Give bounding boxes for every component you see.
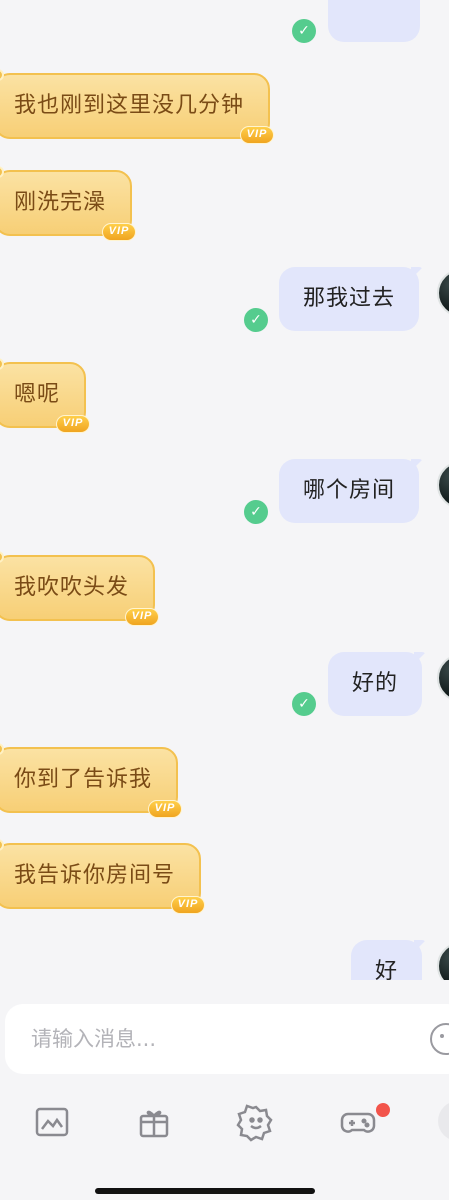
- vip-crown-icon: [0, 358, 4, 370]
- message-bubble-sent[interactable]: 哪个房间: [279, 459, 420, 523]
- vip-crown-icon: [0, 743, 4, 755]
- notification-dot: [376, 1103, 390, 1117]
- vip-badge: VIP: [240, 126, 275, 144]
- image-icon[interactable]: [32, 1102, 72, 1142]
- message-bubble-sent[interactable]: 那我过去: [279, 267, 420, 331]
- bottom-toolbar: [0, 1092, 449, 1152]
- chat-screen: ✓ 我也刚到这里没几分钟 VIP 刚洗完澡 VIP ✓ 那我过去 嗯呢 VIP …: [0, 0, 449, 1200]
- vip-badge: VIP: [56, 415, 91, 433]
- vip-crown-icon: [0, 69, 4, 81]
- message-text: 好的: [352, 671, 399, 696]
- gift-icon[interactable]: [134, 1102, 174, 1142]
- vip-badge: VIP: [148, 800, 183, 818]
- vip-crown-icon: [0, 551, 4, 563]
- sticker-icon[interactable]: [236, 1102, 276, 1142]
- vip-crown-icon: [0, 839, 4, 851]
- message-text: 那我过去: [303, 286, 396, 311]
- message-text: 我也刚到这里没几分钟: [14, 93, 245, 118]
- message-input-bar: [5, 1004, 449, 1074]
- message-text: 哪个房间: [303, 478, 396, 503]
- avatar[interactable]: [437, 269, 449, 317]
- avatar[interactable]: [437, 461, 449, 509]
- home-indicator: [95, 1188, 315, 1194]
- emoji-icon[interactable]: [430, 1023, 449, 1055]
- read-check-icon: ✓: [292, 19, 316, 43]
- message-bubble-received[interactable]: 嗯呢 VIP: [0, 358, 91, 433]
- message-bubble-received[interactable]: 刚洗完澡 VIP: [0, 166, 137, 241]
- message-bubble-received[interactable]: 我也刚到这里没几分钟 VIP: [0, 69, 275, 144]
- message-bubble-received[interactable]: 你到了告诉我 VIP: [0, 743, 183, 818]
- message-bubble-sent[interactable]: 好的: [328, 652, 423, 716]
- message-bubble-received[interactable]: 我告诉你房间号 VIP: [0, 839, 206, 914]
- message-text: 刚洗完澡: [14, 190, 107, 215]
- read-check-icon: ✓: [292, 692, 316, 716]
- message-text: 我告诉你房间号: [14, 863, 176, 888]
- message-bubble-sent-partial[interactable]: [328, 0, 420, 42]
- message-text: 我吹吹头发: [14, 575, 130, 600]
- avatar[interactable]: [437, 654, 449, 702]
- read-check-icon: ✓: [244, 500, 268, 524]
- vip-badge: VIP: [171, 896, 206, 914]
- game-icon[interactable]: [338, 1102, 378, 1142]
- read-check-icon: ✓: [244, 308, 268, 332]
- vip-crown-icon: [0, 166, 4, 178]
- message-bubble-sent[interactable]: 好: [351, 940, 423, 980]
- vip-badge: VIP: [102, 223, 137, 241]
- message-list[interactable]: ✓ 我也刚到这里没几分钟 VIP 刚洗完澡 VIP ✓ 那我过去 嗯呢 VIP …: [0, 0, 449, 980]
- message-bubble-received[interactable]: 我吹吹头发 VIP: [0, 551, 160, 626]
- vip-badge: VIP: [125, 608, 160, 626]
- avatar[interactable]: [437, 942, 449, 980]
- message-text: 嗯呢: [14, 382, 61, 407]
- message-text: 好: [375, 959, 399, 980]
- message-text: 你到了告诉我: [14, 767, 153, 792]
- message-input[interactable]: [31, 1022, 411, 1056]
